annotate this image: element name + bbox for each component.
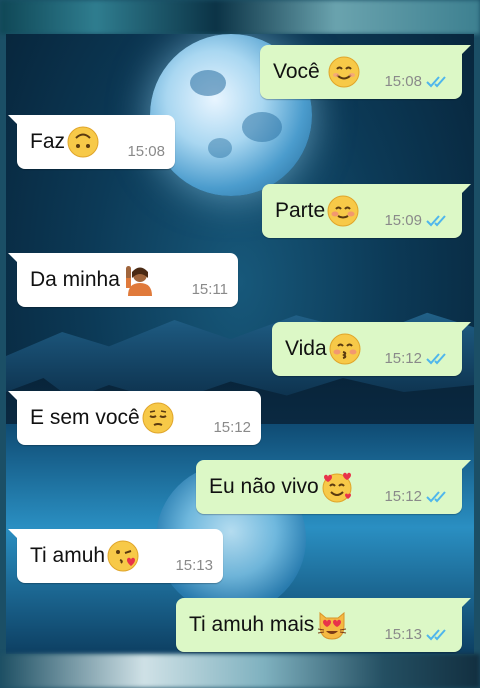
message-text: Parte <box>275 199 326 222</box>
message-bubble[interactable]: Ti amuh 15:13 <box>8 529 223 583</box>
message-text: E sem você <box>30 406 140 429</box>
message-text: Ti amuh mais <box>189 613 315 636</box>
message-time: 15:08 <box>127 143 165 160</box>
message-time: 15:08 <box>384 73 422 90</box>
message-time: 15:12 <box>213 419 251 436</box>
face-blowing-kiss-icon <box>107 540 139 572</box>
pensive-face-icon <box>142 402 174 434</box>
message-time: 15:13 <box>384 626 422 643</box>
message-time: 15:13 <box>175 557 213 574</box>
heart-eyes-cat-icon <box>318 611 347 640</box>
message-bubble[interactable]: Faz 15:08 <box>8 115 175 169</box>
message-text: Faz <box>30 130 66 153</box>
message-bubble[interactable]: Ti amuh mais 15:13 <box>176 598 471 652</box>
smiling-face-with-hearts-icon <box>322 472 352 503</box>
message-time: 15:12 <box>384 488 422 505</box>
upside-down-face-icon <box>67 126 99 158</box>
message-time: 15:09 <box>384 212 422 229</box>
double-check-read-icon <box>426 75 446 87</box>
person-raising-hand-icon <box>125 266 152 296</box>
bottom-blur-strip <box>0 654 480 688</box>
double-check-read-icon <box>426 628 446 640</box>
message-text: Da minha <box>30 268 120 291</box>
smiling-blush-face-icon <box>327 195 359 227</box>
message-bubble[interactable]: Da minha 15:11 <box>8 253 238 307</box>
message-text: Você <box>273 60 320 83</box>
message-bubble[interactable]: Eu não vivo 15:12 <box>196 460 471 514</box>
message-bubble[interactable]: Parte 15:09 <box>262 184 471 238</box>
message-bubble[interactable]: Vida 15:12 <box>272 322 471 376</box>
message-text: Eu não vivo <box>209 475 319 498</box>
message-bubble[interactable]: E sem você 15:12 <box>8 391 261 445</box>
double-check-read-icon <box>426 352 446 364</box>
double-check-read-icon <box>426 214 446 226</box>
message-text: Ti amuh <box>30 544 106 567</box>
message-time: 15:11 <box>191 281 228 298</box>
message-text: Vida <box>285 337 327 360</box>
kissing-closed-eyes-face-icon <box>329 333 361 365</box>
double-check-read-icon <box>426 490 446 502</box>
message-bubble[interactable]: Você 15:08 <box>260 45 471 99</box>
message-time: 15:12 <box>384 350 422 367</box>
smiling-face-icon <box>328 56 360 88</box>
top-blur-strip <box>0 0 480 34</box>
